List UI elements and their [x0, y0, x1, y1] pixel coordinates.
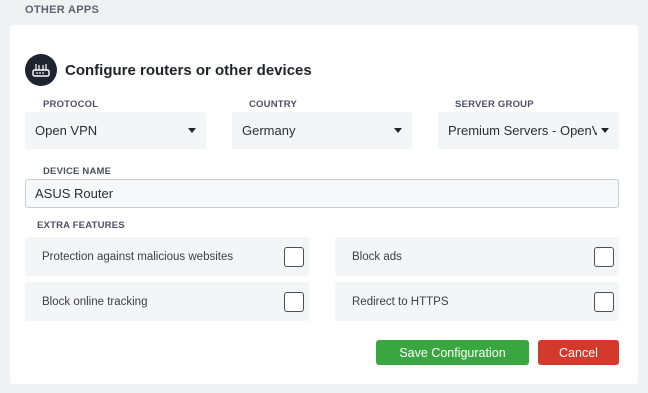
chevron-down-icon: [188, 128, 196, 133]
router-config-card: Configure routers or other devices PROTO…: [10, 25, 638, 384]
server-group-value: Premium Servers - OpenV: [448, 123, 597, 138]
chevron-down-icon: [601, 128, 609, 133]
extra-features-label: EXTRA FEATURES: [37, 220, 125, 231]
country-select[interactable]: Germany: [232, 112, 412, 149]
checkbox-block-tracking[interactable]: [284, 291, 304, 312]
server-group-select[interactable]: Premium Servers - OpenV: [438, 112, 619, 149]
country-value: Germany: [242, 123, 296, 138]
feature-label: Block online tracking: [42, 295, 148, 308]
cancel-button[interactable]: Cancel: [538, 340, 619, 365]
checkbox-redirect-https[interactable]: [594, 291, 614, 312]
feature-malicious-websites: Protection against malicious websites: [25, 237, 309, 276]
save-configuration-button[interactable]: Save Configuration: [376, 340, 529, 365]
checkbox-malicious-websites[interactable]: [284, 246, 304, 267]
device-name-label: DEVICE NAME: [43, 166, 112, 177]
feature-label: Redirect to HTTPS: [352, 295, 449, 308]
router-icon: [25, 54, 57, 86]
server-group-label: SERVER GROUP: [455, 99, 534, 110]
protocol-value: Open VPN: [35, 123, 98, 138]
country-label: COUNTRY: [249, 99, 298, 110]
device-name-input[interactable]: [25, 179, 619, 208]
feature-redirect-https: Redirect to HTTPS: [335, 282, 619, 321]
feature-block-tracking: Block online tracking: [25, 282, 309, 321]
feature-label: Protection against malicious websites: [42, 250, 234, 263]
section-title: OTHER APPS: [25, 4, 100, 16]
protocol-select[interactable]: Open VPN: [25, 112, 206, 149]
protocol-label: PROTOCOL: [43, 99, 99, 110]
chevron-down-icon: [394, 128, 402, 133]
feature-label: Block ads: [352, 250, 402, 263]
checkbox-block-ads[interactable]: [594, 246, 614, 267]
card-title: Configure routers or other devices: [65, 61, 312, 79]
card-header: Configure routers or other devices: [25, 54, 312, 86]
feature-block-ads: Block ads: [335, 237, 619, 276]
